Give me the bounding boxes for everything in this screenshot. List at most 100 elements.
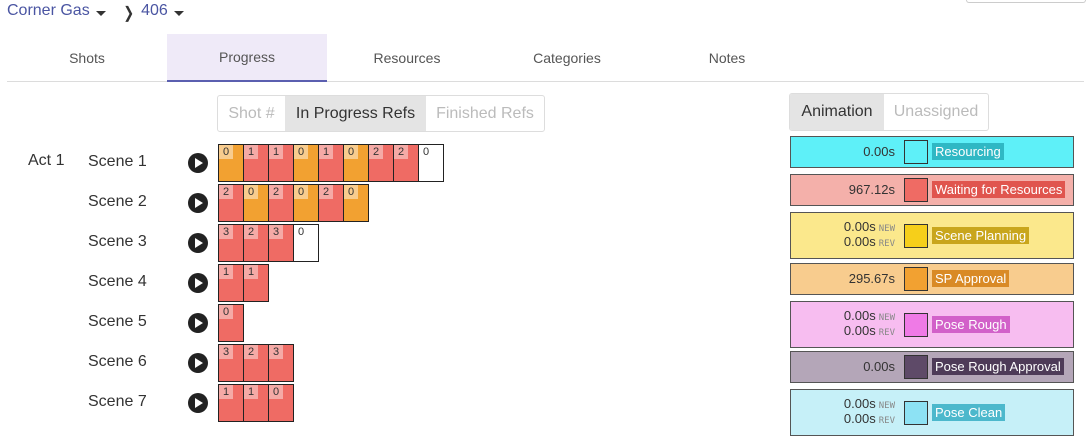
shot-cell[interactable]: 0 [293, 184, 319, 222]
play-icon[interactable] [188, 153, 208, 173]
status-time-tag: REV [878, 239, 895, 249]
status-time-tag: REV [878, 416, 895, 426]
scene-label: Scene 3 [88, 233, 147, 250]
status-time-tag: NEW [878, 401, 895, 411]
shot-ref-count: 1 [319, 145, 333, 159]
shot-cell[interactable]: 3 [268, 344, 294, 382]
status-time: 295.67s [848, 271, 895, 286]
project-caret-icon[interactable] [95, 10, 106, 16]
play-icon[interactable] [188, 353, 208, 373]
shot-cell[interactable]: 0 [418, 144, 444, 182]
play-icon[interactable] [188, 313, 208, 333]
status-time-value: 0.00s [843, 411, 876, 426]
status-time: 0.00s [863, 359, 895, 374]
status-row: 0.00s Resourcing [790, 136, 1074, 168]
unassigned-button[interactable]: Unassigned [884, 94, 988, 130]
shot-cell[interactable]: 0 [293, 224, 319, 262]
scene-label: Scene 6 [88, 353, 147, 370]
status-color-swatch [904, 140, 928, 164]
finished-refs-button[interactable]: Finished Refs [426, 96, 544, 131]
episode-link[interactable]: 406 [141, 2, 168, 20]
shot-cell[interactable]: 0 [268, 384, 294, 422]
department-filter: Animation Unassigned [789, 93, 989, 131]
status-time-value: 0.00s [843, 234, 876, 249]
in-progress-refs-button[interactable]: In Progress Refs [285, 96, 426, 131]
shot-cell[interactable]: 2 [318, 184, 344, 222]
status-time-value: 0.00s [843, 396, 876, 411]
status-time-tag: NEW [878, 224, 895, 234]
status-time-value: 0.00s [843, 323, 876, 338]
shot-progress-bar: 11 [218, 264, 269, 302]
shot-cell[interactable]: 1 [218, 264, 244, 302]
shot-cell[interactable]: 2 [368, 144, 394, 182]
scene-label: Scene 2 [88, 193, 147, 210]
shot-cell[interactable]: 1 [243, 264, 269, 302]
tab-progress[interactable]: Progress [167, 34, 327, 82]
shot-cell[interactable]: 2 [243, 344, 269, 382]
status-time: 967.12s [848, 182, 895, 197]
scene-label: Scene 5 [88, 313, 147, 330]
shot-ref-count: 0 [244, 185, 258, 199]
play-icon[interactable] [188, 393, 208, 413]
shot-cell[interactable]: 0 [218, 144, 244, 182]
shot-cell[interactable]: 1 [218, 384, 244, 422]
breadcrumb: Corner Gas ❯ 406 [7, 1, 188, 22]
tab-shots[interactable]: Shots [7, 34, 167, 81]
tab-notes[interactable]: Notes [647, 34, 807, 81]
shot-cell[interactable]: 1 [243, 384, 269, 422]
play-icon[interactable] [188, 273, 208, 293]
animation-button[interactable]: Animation [790, 94, 884, 130]
shot-cell[interactable]: 3 [268, 224, 294, 262]
shot-progress-bar: 0 [218, 304, 244, 342]
shot-cell[interactable]: 1 [268, 144, 294, 182]
shot-ref-count: 1 [244, 145, 258, 159]
episode-caret-icon[interactable] [173, 10, 184, 16]
shot-cell[interactable]: 3 [218, 224, 244, 262]
shot-ref-count: 0 [294, 185, 308, 199]
shot-cell[interactable]: 3 [218, 344, 244, 382]
shot-cell[interactable]: 1 [318, 144, 344, 182]
shot-cell[interactable]: 2 [268, 184, 294, 222]
shot-ref-count: 3 [269, 225, 283, 239]
status-color-swatch [904, 355, 928, 379]
shot-cell[interactable]: 0 [218, 304, 244, 342]
status-color-swatch [904, 178, 928, 202]
status-label: Pose Rough [932, 315, 1010, 333]
shot-cell[interactable]: 1 [243, 144, 269, 182]
shot-ref-count: 0 [294, 145, 308, 159]
shot-cell[interactable]: 2 [243, 224, 269, 262]
scene-label: Scene 4 [88, 273, 147, 290]
play-icon[interactable] [188, 233, 208, 253]
tab-resources[interactable]: Resources [327, 34, 487, 81]
shot-ref-count: 2 [244, 225, 258, 239]
scene-label: Scene 1 [88, 153, 147, 170]
status-time-rev: 0.00s REV [844, 411, 895, 426]
shot-cell[interactable]: 0 [293, 144, 319, 182]
status-label: Waiting for Resources [932, 181, 1066, 198]
shot-number-button[interactable]: Shot # [218, 96, 285, 131]
shot-cell[interactable]: 0 [343, 184, 369, 222]
status-row: 0.00s Pose Rough Approval [790, 351, 1074, 383]
status-time-tag: REV [878, 328, 895, 338]
shot-ref-count: 2 [394, 145, 408, 159]
chevron-right-icon: ❯ [123, 5, 134, 22]
shot-progress-bar: 011010220 [218, 144, 444, 182]
status-label: SP Approval [932, 270, 1010, 287]
tab-categories[interactable]: Categories [487, 34, 647, 81]
shot-ref-count: 0 [294, 225, 308, 239]
shot-ref-count: 2 [244, 345, 258, 359]
shot-cell[interactable]: 2 [393, 144, 419, 182]
project-link[interactable]: Corner Gas [7, 2, 90, 20]
shot-cell[interactable]: 0 [343, 144, 369, 182]
shot-ref-count: 3 [269, 345, 283, 359]
play-icon[interactable] [188, 193, 208, 213]
shot-cell[interactable]: 0 [243, 184, 269, 222]
shot-ref-count: 1 [219, 385, 233, 399]
shot-ref-count: 1 [244, 265, 258, 279]
act-label: Act 1 [28, 152, 65, 169]
shot-cell[interactable]: 2 [218, 184, 244, 222]
shot-ref-count: 0 [419, 145, 433, 159]
status-time: 0.00s [863, 144, 895, 159]
status-color-swatch [904, 400, 928, 425]
shot-ref-count: 2 [219, 185, 233, 199]
